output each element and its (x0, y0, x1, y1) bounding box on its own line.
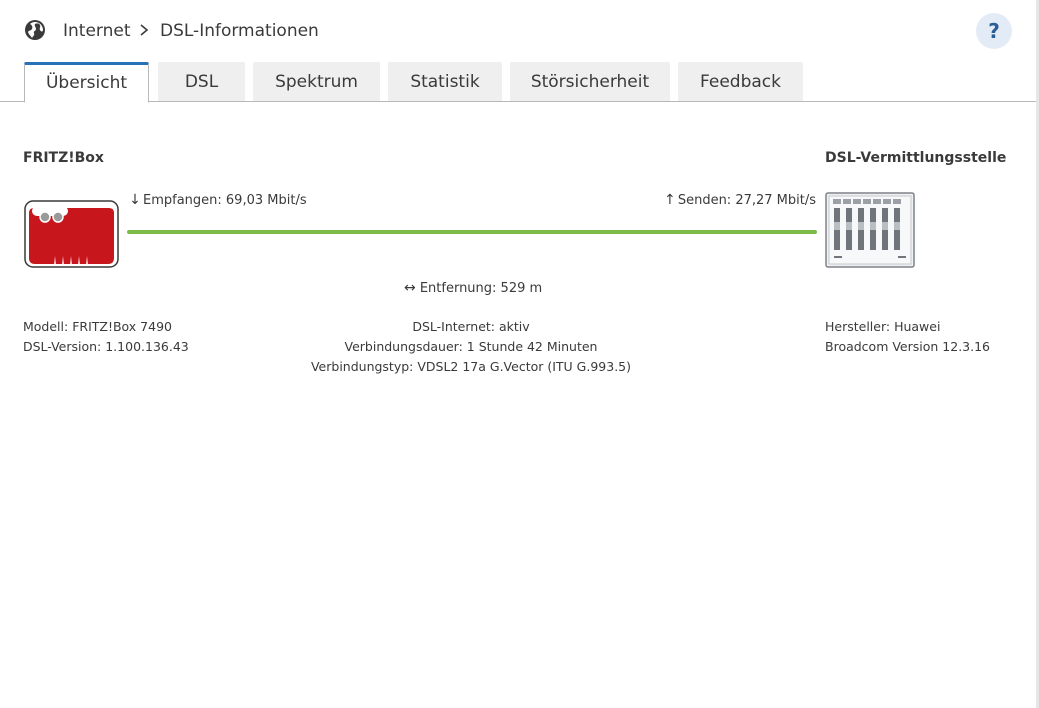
tab-feedback[interactable]: Feedback (678, 62, 803, 101)
connection-info: DSL-Internet: aktiv Verbindungsdauer: 1 … (240, 317, 702, 377)
arrow-left-right-icon: ↔ (403, 280, 416, 296)
breadcrumb-internet[interactable]: Internet (63, 20, 131, 42)
arrow-up-icon: ↑ (663, 192, 676, 208)
fritzbox-title: FRITZ!Box (23, 150, 104, 166)
upstream-label: Senden: 27,27 Mbit/s (677, 193, 816, 208)
tab-stoersicherheit[interactable]: Störsicherheit (510, 62, 670, 101)
page: Internet DSL-Informationen ? Übersicht D… (0, 0, 1036, 708)
info-manufacturer: Hersteller: Huawei (825, 319, 941, 334)
info-dsl-version: DSL-Version: 1.100.136.43 (23, 339, 189, 354)
connection-line (127, 230, 817, 234)
downstream-label: Empfangen: 69,03 Mbit/s (143, 193, 307, 208)
info-model: Modell: FRITZ!Box 7490 (23, 319, 172, 334)
downstream-rate: ↓ Empfangen: 69,03 Mbit/s (129, 192, 307, 208)
dslam-title: DSL-Vermittlungsstelle (825, 150, 1007, 166)
info-broadcom-version: Broadcom Version 12.3.16 (825, 339, 991, 354)
breadcrumb-dsl-informationen: DSL-Informationen (160, 21, 319, 41)
tab-uebersicht[interactable]: Übersicht (24, 62, 149, 103)
arrow-down-icon: ↓ (129, 192, 141, 208)
tab-dsl[interactable]: DSL (158, 62, 245, 101)
globe-icon (25, 20, 45, 40)
fritzbox-device-icon (24, 200, 119, 268)
fritzbox-info: Modell: FRITZ!Box 7490 DSL-Version: 1.10… (23, 317, 189, 357)
help-button[interactable]: ? (976, 13, 1012, 49)
dslam-device-icon (825, 192, 915, 268)
distance-label: Entfernung: 529 m (419, 281, 543, 296)
dslam-info: Hersteller: Huawei Broadcom Version 12.3… (825, 317, 990, 357)
info-dsl-internet: DSL-Internet: aktiv (412, 319, 530, 334)
info-connection-duration: Verbindungsdauer: 1 Stunde 42 Minuten (344, 339, 598, 354)
tab-spektrum[interactable]: Spektrum (253, 62, 380, 101)
tab-bar: Übersicht DSL Spektrum Statistik Störsic… (0, 62, 1036, 103)
chevron-right-icon (140, 24, 149, 36)
upstream-rate: ↑ Senden: 27,27 Mbit/s (664, 192, 816, 208)
header: Internet DSL-Informationen ? (0, 0, 1036, 60)
info-connection-type: Verbindungstyp: VDSL2 17a G.Vector (ITU … (310, 359, 632, 374)
tab-statistik[interactable]: Statistik (388, 62, 502, 101)
distance: ↔ Entfernung: 529 m (0, 280, 944, 296)
